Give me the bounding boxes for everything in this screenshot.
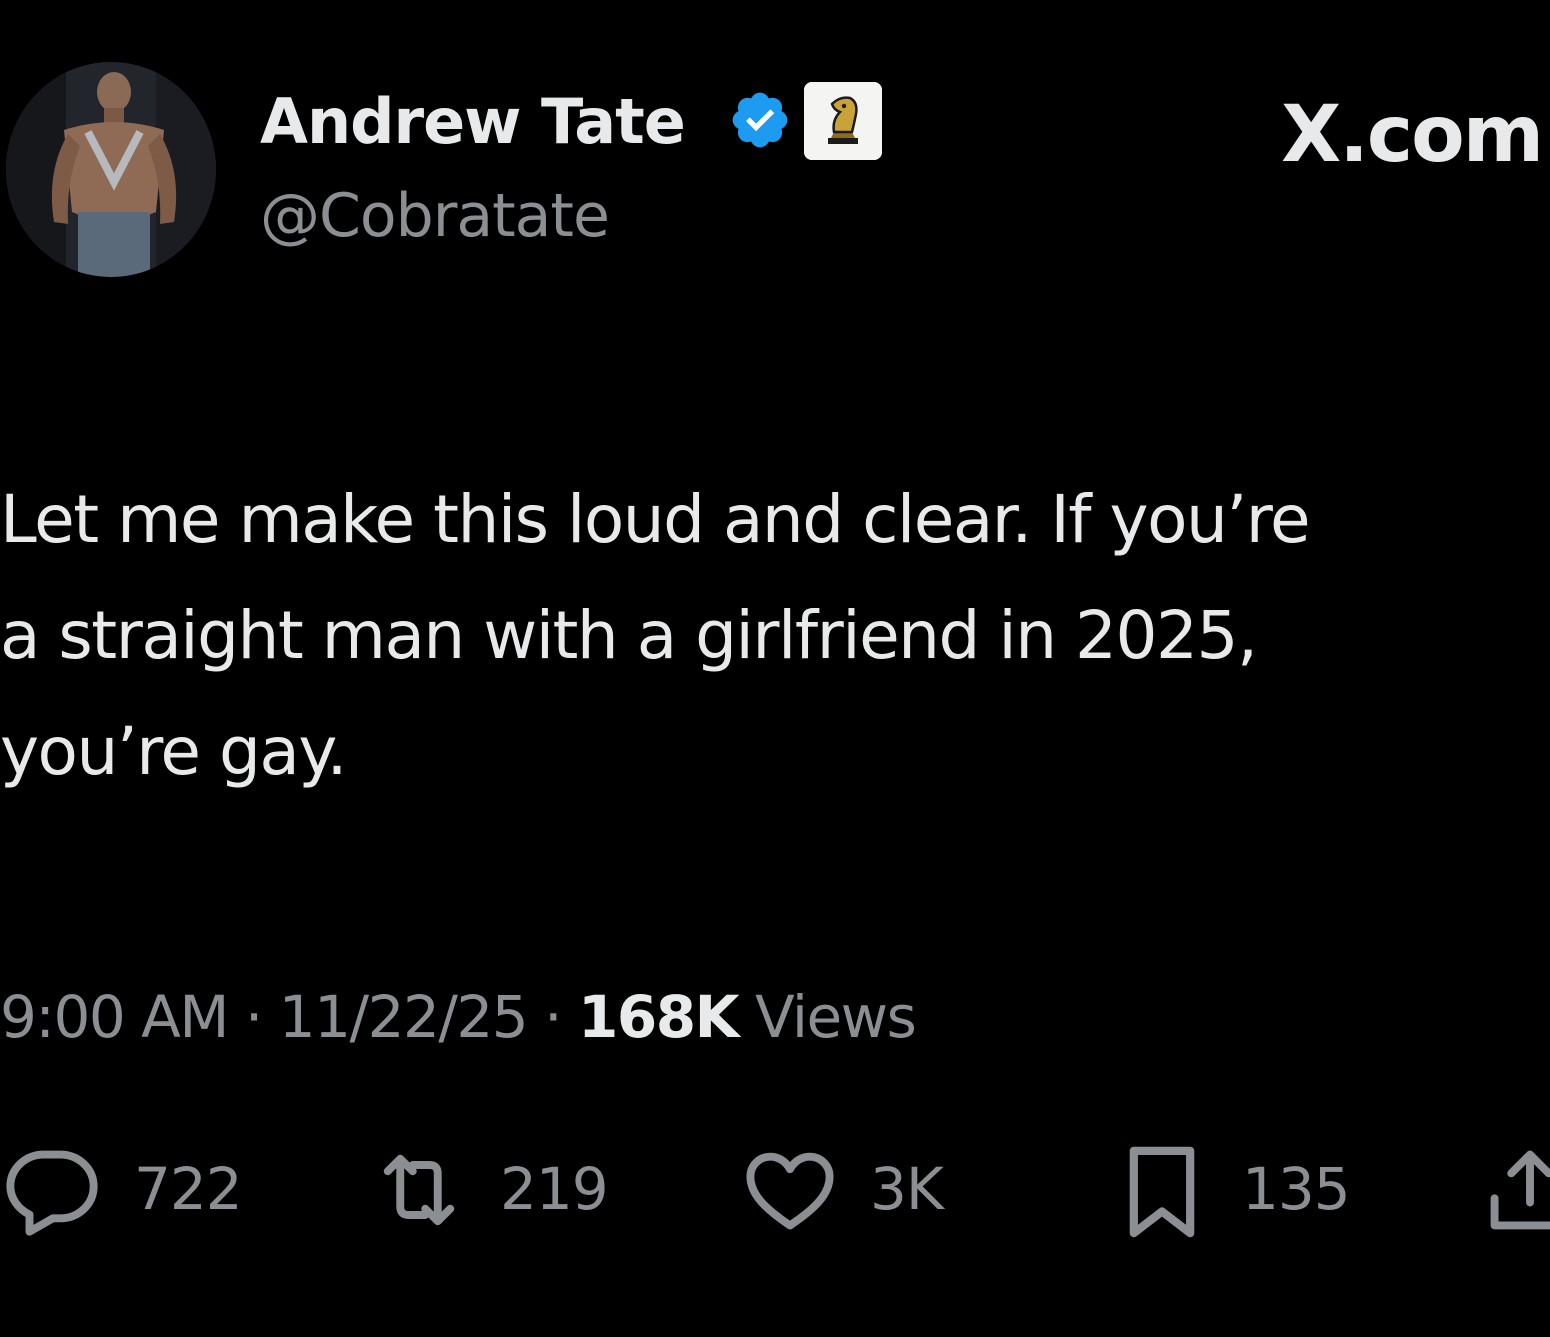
repost-button[interactable]: 219	[362, 1140, 632, 1240]
bookmark-icon	[1129, 1146, 1195, 1238]
tweet-text-line: Let me make this loud and clear. If you’…	[0, 481, 1311, 558]
avatar[interactable]	[6, 62, 216, 277]
reply-button[interactable]: 722	[0, 1140, 260, 1240]
reply-icon	[6, 1150, 98, 1236]
bookmark-count: 135	[1242, 1155, 1351, 1223]
heart-icon	[746, 1152, 834, 1230]
tweet-text: Let me make this loud and clear. If you’…	[0, 462, 1545, 810]
views-count: 168K	[578, 983, 740, 1051]
like-button[interactable]: 3K	[736, 1140, 976, 1240]
tweet-time[interactable]: 9:00 AM	[0, 983, 229, 1051]
bookmark-button[interactable]: 135	[1110, 1140, 1370, 1240]
tweet-meta: 9:00 AM · 11/22/25 · 168K Views	[0, 982, 917, 1052]
display-name[interactable]: Andrew Tate	[260, 86, 686, 158]
chess-knight-badge-icon[interactable]	[804, 82, 882, 160]
reply-count: 722	[134, 1155, 243, 1223]
verified-badge-icon	[732, 92, 788, 148]
handle[interactable]: @Cobratate	[260, 180, 610, 252]
tweet-text-line: you’re gay.	[0, 713, 347, 790]
repost-icon	[383, 1154, 455, 1226]
action-bar: 722 219 3K 135	[0, 1140, 1550, 1250]
site-mark: X.com	[1281, 90, 1544, 180]
like-count: 3K	[870, 1155, 944, 1223]
profile-photo	[6, 62, 216, 277]
meta-separator: ·	[244, 983, 263, 1051]
repost-count: 219	[500, 1155, 609, 1223]
share-icon	[1490, 1150, 1550, 1230]
tweet-text-line: a straight man with a girlfriend in 2025…	[0, 597, 1258, 674]
share-button[interactable]	[1478, 1140, 1550, 1240]
meta-separator: ·	[544, 983, 562, 1051]
views-label: Views	[754, 983, 917, 1051]
tweet-date[interactable]: 11/22/25	[279, 983, 529, 1051]
